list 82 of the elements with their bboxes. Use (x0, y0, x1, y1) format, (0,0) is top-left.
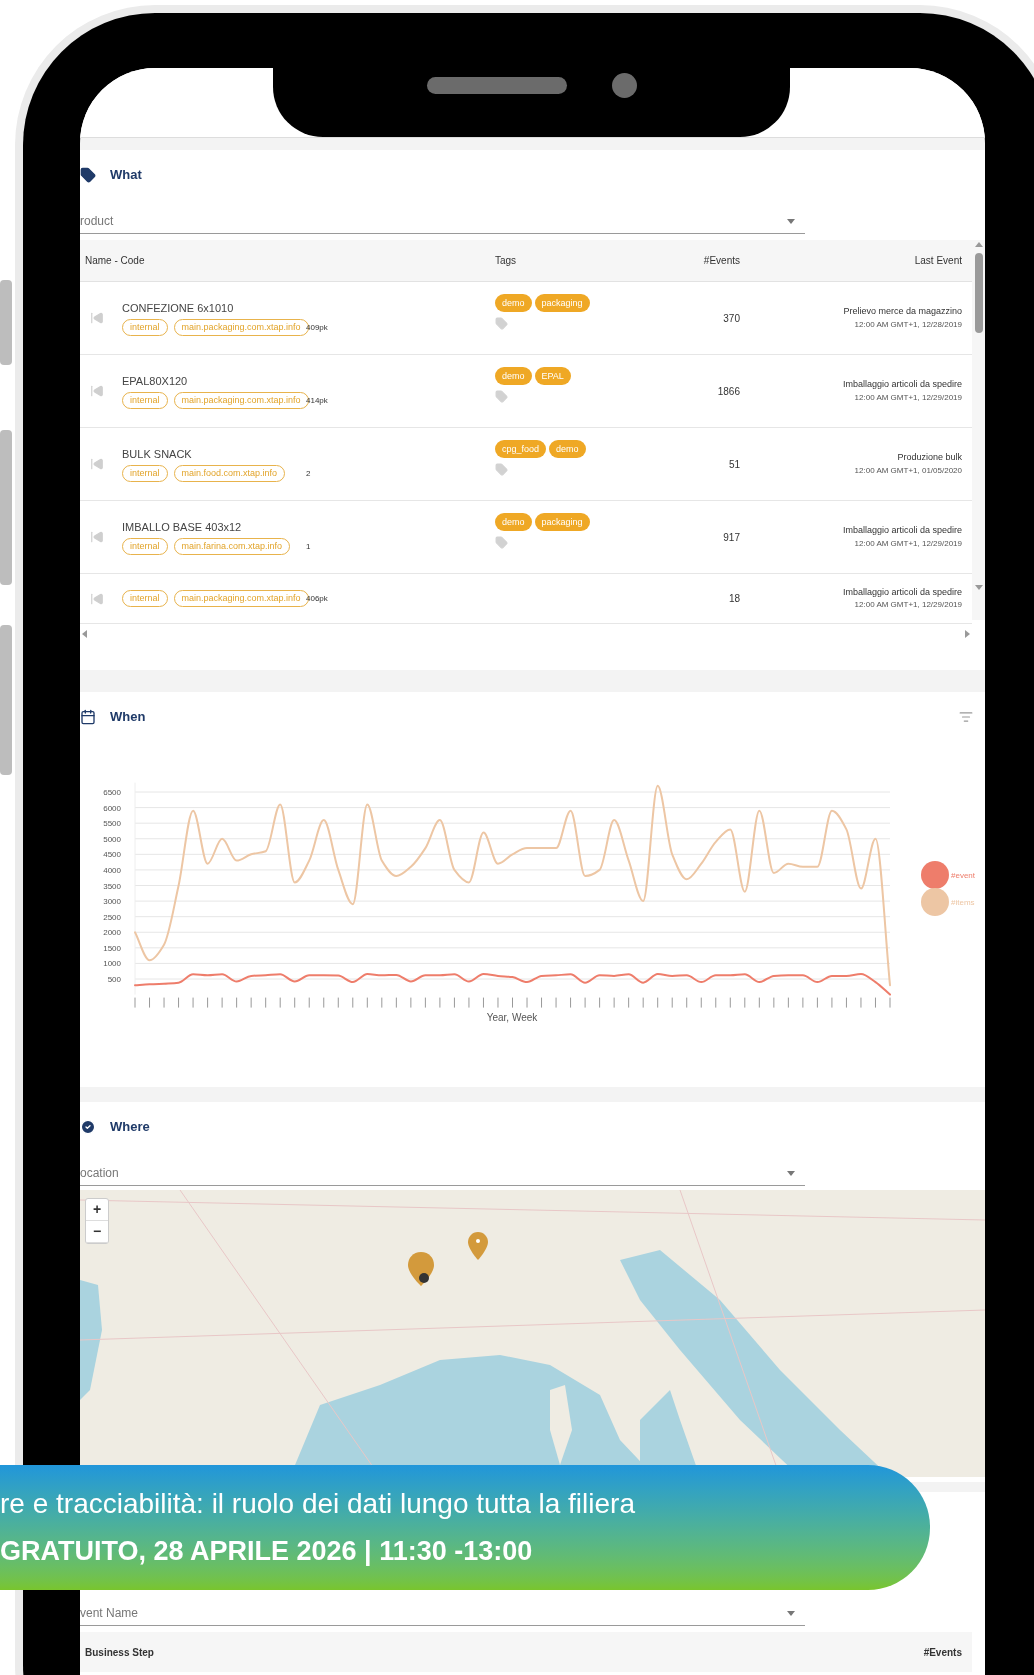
dropdown-caret-icon (787, 1611, 795, 1616)
map-pin-icon (468, 1232, 488, 1260)
filter-icon[interactable] (959, 710, 973, 724)
skip-back-icon[interactable] (90, 311, 104, 325)
product-name: IMBALLO BASE 403x12 (122, 519, 243, 535)
events-count: 917 (722, 530, 740, 545)
tag-icon[interactable] (495, 536, 508, 549)
last-event-name: Imballaggio articoli da spedire (842, 524, 962, 538)
axis-tick-label: 4500 (103, 850, 121, 860)
tag-chip: EPAL (534, 367, 571, 385)
last-event-name: Prelievo merce da magazzino (843, 305, 962, 319)
tag-chip: demo (495, 513, 532, 531)
last-event-time: 12:00 AM GMT+1, 12/29/2019 (854, 537, 962, 550)
last-event-time: 12:00 AM GMT+1, 12/29/2019 (854, 599, 962, 612)
axis-tick-label: 3500 (103, 881, 121, 891)
zoom-button[interactable]: − (86, 1221, 108, 1243)
last-event-time: 12:00 AM GMT+1, 01/05/2020 (854, 464, 962, 477)
tag-icon[interactable] (495, 390, 508, 403)
events-count: 51 (727, 457, 740, 472)
last-event-time: 12:00 AM GMT+1, 12/29/2019 (854, 391, 962, 404)
product-name: EPAL80X120 (122, 373, 189, 389)
vertical-scrollbar[interactable] (972, 240, 985, 620)
last-event-time: 12:00 AM GMT+1, 12/28/2019 (854, 318, 962, 331)
column-header: Tags (494, 254, 518, 268)
axis-tick-label: 2500 (103, 912, 121, 922)
section-title: When (110, 708, 146, 727)
skip-back-icon[interactable] (90, 384, 104, 398)
dropdown-caret-icon (787, 219, 795, 224)
axis-tick-label: 5000 (103, 834, 121, 844)
axis-tick-label: 6500 (103, 788, 121, 797)
events-count: 18 (727, 592, 740, 606)
axis-tick-label: 6000 (103, 803, 121, 813)
banner-date: GRATUITO, 28 APRILE 2026 | 11:30 -13:00 (0, 1535, 534, 1569)
map-pin-icon (408, 1252, 434, 1286)
quantity-text: 1 (306, 540, 311, 553)
banner-title: re e tracciabilità: il ruolo dei dati lungo tutta la filiera (0, 1487, 636, 1522)
axis-tick-label: 500 (107, 975, 121, 984)
axis-label: Year, Week (486, 1011, 538, 1023)
tag-chip: demo (495, 294, 532, 312)
tag-icon[interactable] (495, 463, 508, 476)
tag-chip: cpg_food (495, 440, 547, 458)
zoom-button[interactable]: + (86, 1199, 108, 1221)
axis-tick-label: 2000 (103, 928, 121, 938)
tag-chip: demo (549, 440, 586, 458)
section-title: What (110, 166, 142, 185)
quantity-text: 414pk (306, 394, 328, 407)
tag-chip: packaging (534, 294, 590, 312)
column-header: Business Step (85, 1645, 154, 1660)
events-count: 370 (722, 311, 740, 326)
select-field[interactable]: roduct (80, 200, 805, 234)
select-field[interactable]: vent Name (80, 1592, 805, 1626)
last-event-name: Produzione bulk (897, 451, 962, 465)
legend-label: #event (951, 871, 976, 880)
last-event-name: Imballaggio articoli da spedire (842, 378, 962, 392)
axis-tick-label: 1000 (103, 959, 121, 969)
tag-chip: packaging (534, 513, 590, 531)
section-title: Where (110, 1118, 150, 1137)
skip-back-icon[interactable] (90, 530, 104, 544)
product-name: BULK SNACK (122, 446, 193, 462)
axis-tick-label: 5500 (103, 819, 121, 829)
legend-label: #items (951, 898, 975, 907)
quantity-text: 2 (306, 467, 311, 480)
quantity-text: 406pk (306, 592, 328, 605)
dropdown-caret-icon (787, 1171, 795, 1176)
axis-tick-label: 4000 (103, 865, 121, 875)
last-event-name: Imballaggio articoli da spedire (842, 585, 962, 599)
tag-chip: demo (495, 367, 532, 385)
column-header: #Events (702, 254, 740, 268)
tag-icon (80, 167, 96, 183)
column-header: #Events (923, 1645, 963, 1660)
skip-back-icon[interactable] (90, 457, 104, 471)
axis-tick-label: 1500 (103, 943, 121, 953)
axis-tick-label: 3000 (103, 897, 121, 907)
product-name: CONFEZIONE 6x1010 (122, 300, 235, 316)
quantity-text: 409pk (306, 321, 328, 334)
tag-icon[interactable] (495, 317, 508, 330)
select-field[interactable]: ocation (80, 1152, 805, 1186)
skip-back-icon[interactable] (90, 591, 104, 606)
calendar-icon (80, 709, 96, 725)
events-count: 1866 (716, 384, 740, 399)
column-header: Name - Code (84, 254, 146, 268)
column-header: Last Event (913, 254, 963, 268)
